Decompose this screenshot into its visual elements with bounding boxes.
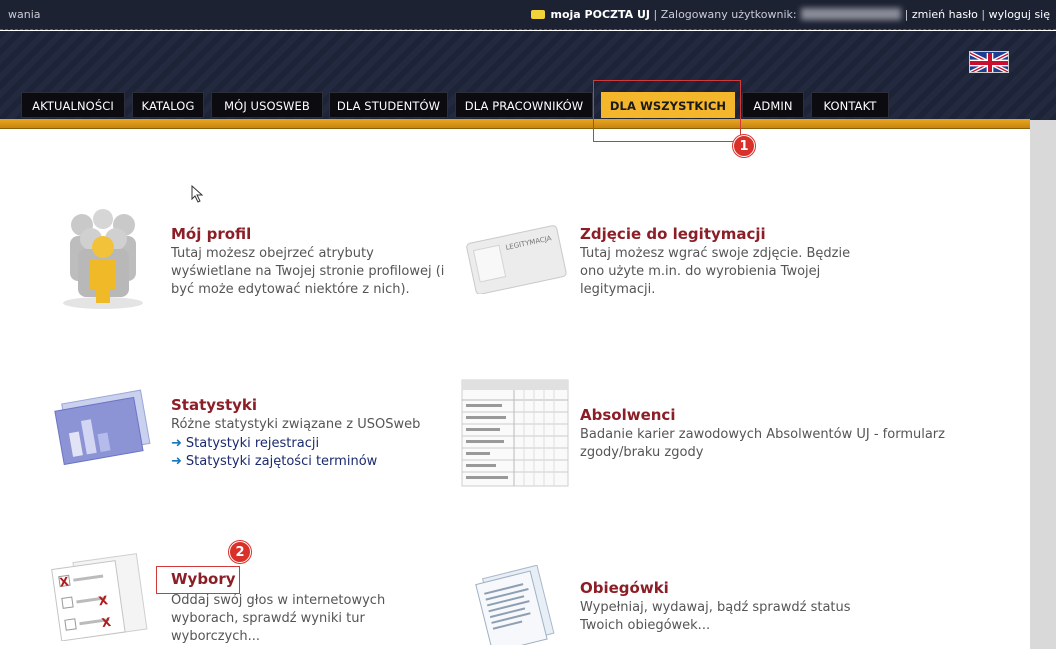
english-flag-icon[interactable] [969, 51, 1009, 73]
step-badge-1: 1 [733, 135, 755, 157]
alumni-desc-1: Badanie karier zawodowych Absolwentów UJ… [580, 427, 945, 442]
profile-desc-1: Tutaj możesz obejrzeć atrybuty [171, 246, 374, 261]
arrow-right-icon: ➜ [171, 436, 182, 451]
tab-dla-pracownikow[interactable]: DLA PRACOWNIKÓW [455, 92, 593, 118]
alumni-desc-2: zgody/braku zgody [580, 445, 704, 460]
top-bar: wania moja POCZTA UJ | Zalogowany użytko… [0, 0, 1056, 30]
top-left-text: wania [8, 8, 41, 21]
stats-desc-1: Różne statystyki związane z USOSweb [171, 417, 421, 432]
photo-desc-2: ono użyte m.in. do wyrobienia Twojej [580, 264, 821, 279]
change-password-link[interactable]: zmień hasło [912, 8, 978, 21]
ballot-icon: X X X [51, 553, 148, 641]
circulars-title-link[interactable]: Obiegówki [580, 579, 669, 597]
mail-link[interactable]: moja POCZTA UJ [550, 8, 650, 21]
users-group-icon [63, 209, 143, 309]
separator: | [904, 8, 909, 21]
logout-link[interactable]: wyloguj się [989, 8, 1050, 21]
tab-dla-studentow[interactable]: DLA STUDENTÓW [329, 92, 448, 118]
mail-icon[interactable] [531, 10, 546, 19]
logged-user-label: Zalogowany użytkownik: [660, 8, 797, 21]
arrow-right-icon: ➜ [171, 454, 182, 469]
photo-desc-1: Tutaj możesz wgrać swoje zdjęcie. Będzie [580, 246, 851, 261]
stats-link-1-label[interactable]: Statystyki rejestracji [186, 436, 319, 451]
stats-link-2-label[interactable]: Statystyki zajętości terminów [186, 454, 377, 469]
photo-title-link[interactable]: Zdjęcie do legitymacji [580, 225, 766, 243]
stats-title-link[interactable]: Statystyki [171, 396, 257, 414]
top-right-links: moja POCZTA UJ | Zalogowany użytkownik: |… [531, 8, 1050, 21]
profile-desc-3: być może edytować niektóre z nich). [171, 282, 410, 297]
user-name-blurred [800, 8, 901, 20]
separator: | [981, 8, 986, 21]
elections-desc-2: wyborach, sprawdź wyniki tur [171, 611, 365, 626]
tab-katalog[interactable]: KATALOG [132, 92, 204, 118]
separator: | [653, 8, 658, 21]
nav-underline-bar [0, 119, 1030, 129]
documents-icon [475, 565, 555, 645]
stats-registration-link[interactable]: ➜ Statystyki rejestracji [171, 436, 319, 451]
elections-title-link[interactable]: Wybory [171, 570, 236, 588]
highlight-box-1 [593, 80, 741, 142]
id-card-icon: LEGITYMACJA [466, 225, 567, 294]
main-nav: AKTUALNOŚCI KATALOG MÓJ USOSWEB DLA STUD… [0, 90, 1056, 120]
elections-desc-1: Oddaj swój głos w internetowych [171, 593, 386, 608]
stats-occupancy-link[interactable]: ➜ Statystyki zajętości terminów [171, 454, 377, 469]
profile-title-link[interactable]: Mój profil [171, 225, 251, 243]
circulars-desc-2: Twoich obiegówek... [580, 618, 711, 633]
alumni-title-link[interactable]: Absolwenci [580, 406, 675, 424]
photo-desc-3: legitymacji. [580, 282, 656, 297]
tab-moj-usosweb[interactable]: MÓJ USOSWEB [211, 92, 323, 118]
tab-kontakt[interactable]: KONTAKT [811, 92, 889, 118]
elections-desc-3: wyborczych... [171, 629, 261, 644]
tab-admin[interactable]: ADMIN [742, 92, 804, 118]
right-gutter [1030, 120, 1056, 649]
statistics-chart-icon [54, 389, 151, 465]
alumni-table-icon [461, 379, 569, 487]
step-badge-2: 2 [229, 541, 251, 563]
mouse-cursor-icon [191, 185, 204, 203]
profile-desc-2: wyświetlane na Twojej stronie profilowej… [171, 264, 445, 279]
tab-aktualnosci[interactable]: AKTUALNOŚCI [21, 92, 125, 118]
circulars-desc-1: Wypełniaj, wydawaj, bądź sprawdź status [580, 600, 851, 615]
